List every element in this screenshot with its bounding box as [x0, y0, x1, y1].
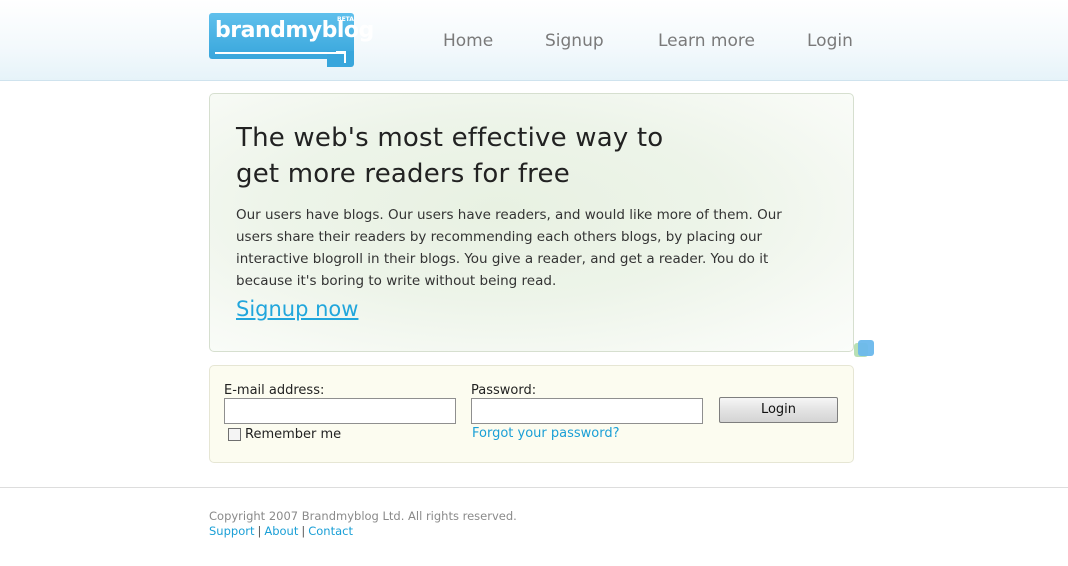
- remember-me-label[interactable]: Remember me: [245, 427, 341, 442]
- nav-link-login[interactable]: Login: [807, 31, 853, 51]
- signup-now-link[interactable]: Signup now: [236, 297, 358, 321]
- footer-link-support[interactable]: Support: [209, 524, 254, 538]
- copyright-text: Copyright 2007 Brandmyblog Ltd. All righ…: [209, 509, 517, 523]
- nav-link-learn-more[interactable]: Learn more: [658, 31, 755, 51]
- footer-divider: [0, 487, 1068, 488]
- hero-title-line-2: get more readers for free: [236, 159, 570, 189]
- hero-title-line-1: The web's most effective way to: [236, 123, 664, 153]
- logo-underline: [215, 51, 346, 54]
- site-header: brandmyblog BETA Home Signup Learn more …: [0, 0, 1068, 81]
- remember-me-row: Remember me: [228, 427, 341, 442]
- hero-description: Our users have blogs. Our users have rea…: [236, 207, 782, 289]
- nav-link-home[interactable]: Home: [443, 31, 493, 51]
- password-field[interactable]: [471, 398, 703, 424]
- footer-separator: |: [257, 524, 262, 538]
- email-label: E-mail address:: [224, 383, 325, 398]
- nav-link-signup[interactable]: Signup: [545, 31, 604, 51]
- forgot-password-link[interactable]: Forgot your password?: [472, 426, 620, 441]
- hero-panel: The web's most effective way to get more…: [209, 93, 854, 352]
- login-button[interactable]: Login: [719, 397, 838, 423]
- footer-separator: |: [301, 524, 306, 538]
- password-label: Password:: [471, 383, 537, 398]
- remember-me-checkbox[interactable]: [228, 428, 241, 441]
- brandmyblog-logo[interactable]: brandmyblog BETA: [209, 13, 374, 67]
- footer-link-contact[interactable]: Contact: [308, 524, 353, 538]
- footer-link-about[interactable]: About: [264, 524, 298, 538]
- hero-title: The web's most effective way to get more…: [236, 120, 716, 192]
- logo-beta-badge: BETA: [337, 16, 354, 23]
- decorative-square-blue: [858, 340, 874, 356]
- footer-links: Support | About | Contact: [209, 524, 353, 538]
- email-field[interactable]: [224, 398, 456, 424]
- login-form: E-mail address: Password: Remember me Fo…: [209, 365, 854, 463]
- logo-corner-mark: [336, 51, 346, 63]
